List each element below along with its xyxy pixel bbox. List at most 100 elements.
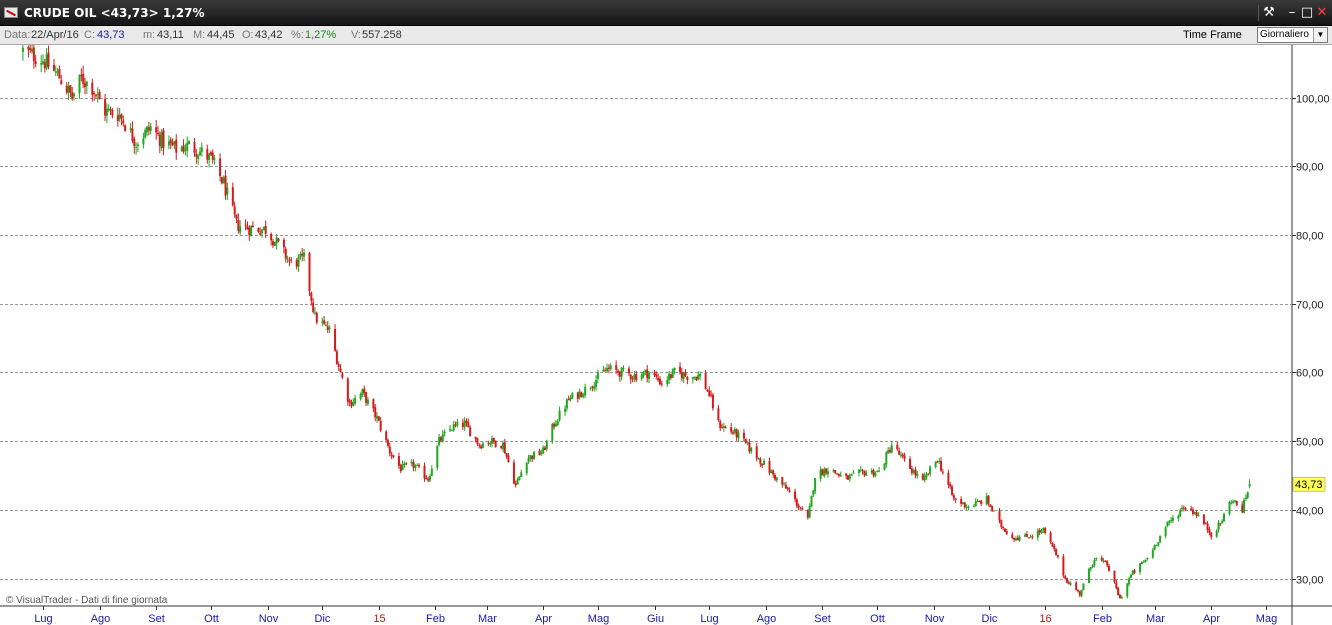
candle-down <box>1002 527 1005 529</box>
candle-down <box>1075 582 1078 591</box>
candle-down <box>914 469 917 476</box>
candle-down <box>806 509 809 518</box>
window-title-bar: CRUDE OIL <43,73> 1,27% ⚒ – □ ✕ <box>0 0 1332 26</box>
close-button[interactable]: ✕ <box>1314 5 1330 21</box>
candle-up <box>750 447 753 452</box>
candle-up <box>633 374 636 379</box>
candle-down <box>960 499 963 504</box>
x-tick-label: Lug <box>34 613 52 625</box>
candle-up <box>449 428 452 431</box>
y-tick-label: 50,00 <box>1296 437 1324 449</box>
candle-up <box>416 465 419 467</box>
candle-down <box>1003 528 1006 532</box>
candle-down <box>423 465 426 479</box>
candle-down <box>872 470 875 476</box>
open-label: O: <box>242 29 254 41</box>
candle-down <box>335 351 338 365</box>
candle-down <box>797 505 800 508</box>
candle-up <box>972 506 975 508</box>
candle-down <box>616 370 619 373</box>
candle-up <box>974 501 977 507</box>
candle-up <box>1223 513 1226 522</box>
y-tick-label: 90,00 <box>1296 162 1324 174</box>
candle-up <box>671 369 674 378</box>
candle-down <box>1182 507 1185 509</box>
timeframe-select[interactable]: Giornaliero ▼ <box>1257 27 1328 43</box>
candle-down <box>784 484 787 489</box>
candle-down <box>379 421 382 431</box>
candle-up <box>239 226 242 233</box>
candle-up <box>883 463 886 470</box>
candle-down <box>116 115 119 122</box>
minimize-button[interactable]: – <box>1284 5 1300 21</box>
candle-down <box>374 407 377 418</box>
candle-down <box>69 85 72 93</box>
candle-down <box>531 455 534 459</box>
candle-up <box>1093 559 1096 566</box>
y-tick-label: 80,00 <box>1296 231 1324 243</box>
candle-up <box>1243 499 1246 513</box>
candle-down <box>43 62 46 69</box>
candle-down <box>604 370 607 372</box>
candle-up <box>1082 583 1085 591</box>
candle-up <box>640 375 643 379</box>
candle-down <box>980 500 983 504</box>
candle-down <box>47 52 50 67</box>
candle-up <box>826 471 829 475</box>
candle-up <box>642 371 645 377</box>
candle-up <box>1181 507 1184 510</box>
candle-up <box>376 416 379 419</box>
candle-down <box>500 445 503 449</box>
candle-up <box>146 126 149 133</box>
x-tick-label: Mag <box>1256 613 1277 625</box>
candle-down <box>427 478 430 481</box>
candle-up <box>578 391 581 398</box>
candle-down <box>845 473 848 477</box>
candle-up <box>810 495 813 507</box>
candle-down <box>1049 532 1052 543</box>
candle-up <box>1246 492 1249 498</box>
candle-down <box>991 506 994 511</box>
candle-up <box>366 399 369 404</box>
candle-down <box>1195 512 1198 516</box>
candle-down <box>220 177 223 184</box>
candle-up <box>359 393 362 400</box>
dropdown-arrow-icon[interactable]: ▼ <box>1313 28 1327 42</box>
date-label: Data: <box>4 29 31 41</box>
candle-up <box>354 397 357 404</box>
x-tick-label: Nov <box>259 613 279 625</box>
candle-up <box>1087 568 1090 583</box>
candle-down <box>1025 534 1028 537</box>
candle-down <box>1062 556 1065 576</box>
candle-down <box>91 82 94 95</box>
candle-up <box>775 477 778 481</box>
pin-icon[interactable]: ⚒ <box>1258 5 1279 21</box>
candle-up <box>489 442 492 445</box>
candle-down <box>83 83 86 88</box>
candle-up <box>31 49 34 52</box>
candle-up <box>554 423 557 427</box>
candle-down <box>1078 591 1081 596</box>
candle-up <box>819 469 822 479</box>
candle-up <box>430 468 433 476</box>
candle-down <box>1056 554 1059 557</box>
maximize-button[interactable]: □ <box>1299 5 1315 21</box>
candle-up <box>321 321 324 323</box>
candle-down <box>1113 570 1116 582</box>
candle-down <box>235 214 238 219</box>
candle-up <box>200 147 203 152</box>
candle-up <box>78 74 81 94</box>
candle-up <box>1244 497 1247 499</box>
candle-down <box>615 365 618 370</box>
candle-down <box>781 477 784 485</box>
candle-up <box>666 380 669 384</box>
candle-up <box>410 461 413 464</box>
x-tick-label: Apr <box>1203 613 1220 625</box>
candle-down <box>949 484 952 487</box>
chart-app-icon <box>4 7 18 18</box>
candle-down <box>158 134 161 146</box>
candle-up <box>602 369 605 372</box>
price-chart[interactable]: 30,00 40,00 50,00 60,00 70,00 80,00 90,00 100,0… <box>0 45 1332 625</box>
candle-up <box>848 475 851 479</box>
candle-down <box>27 46 30 50</box>
